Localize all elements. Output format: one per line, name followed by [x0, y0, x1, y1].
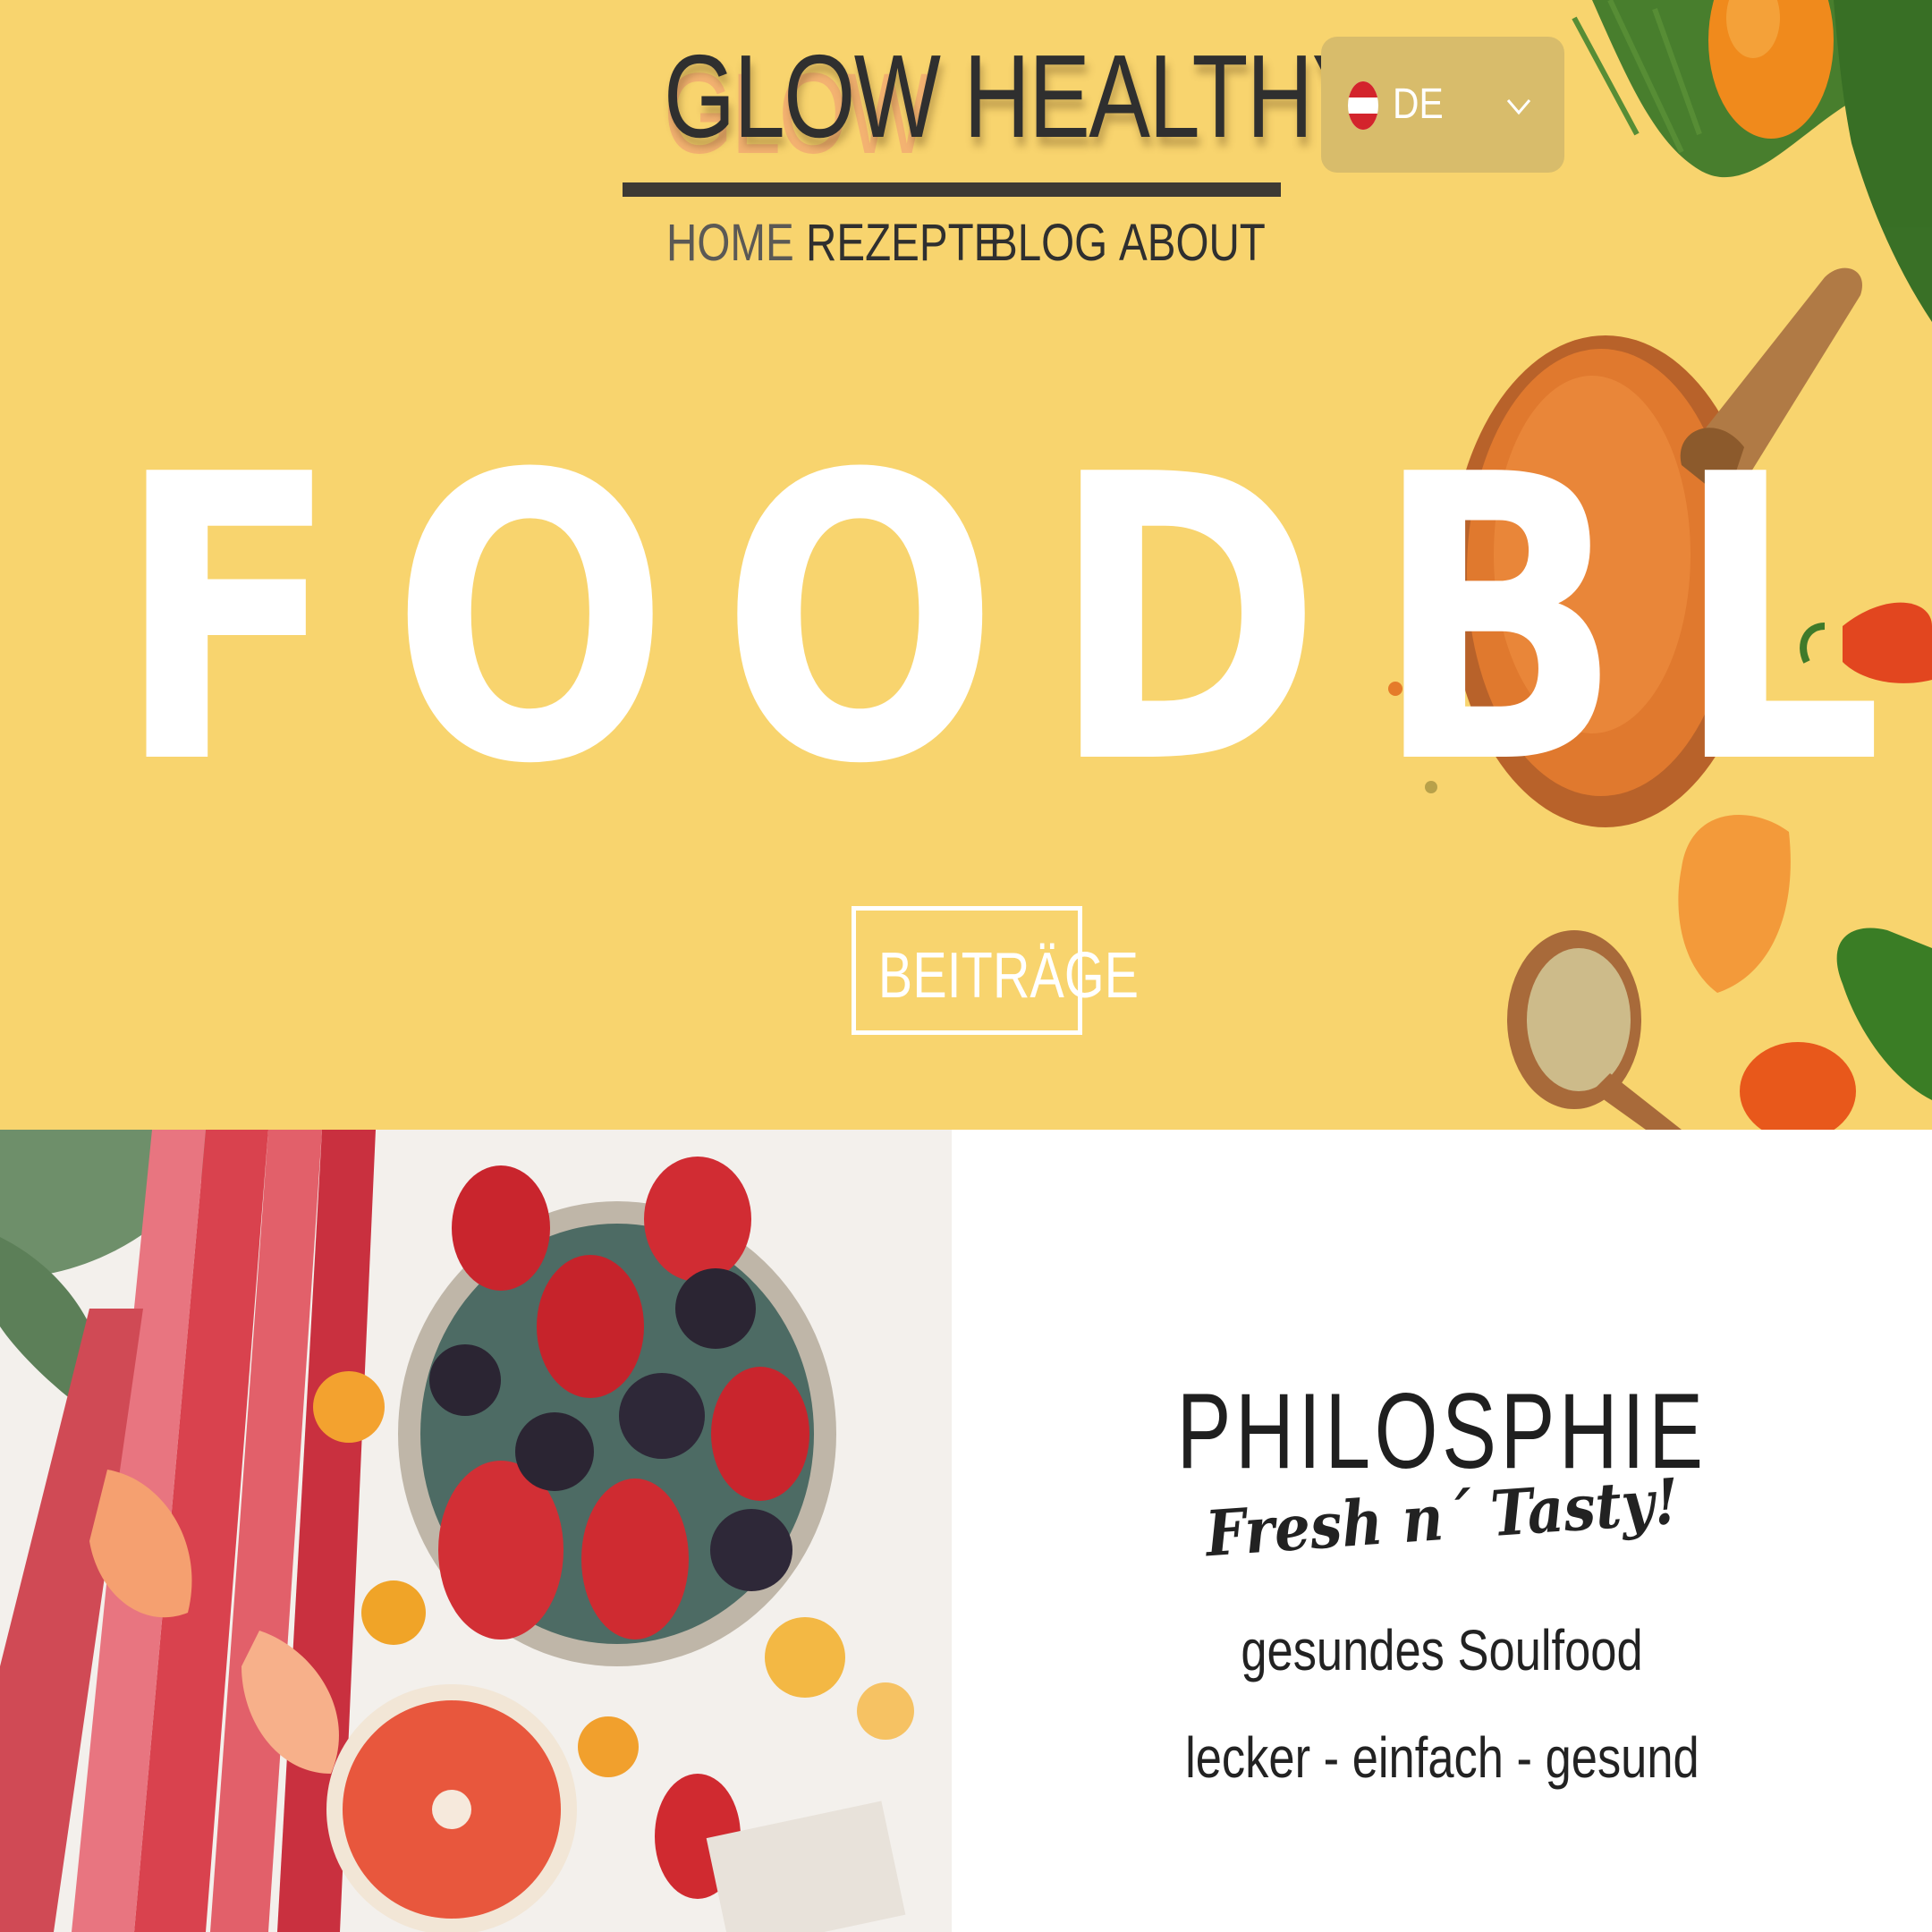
nav-item-about[interactable]: ABOUT	[1119, 213, 1266, 273]
nav-item-rezepte[interactable]: REZEPTE	[806, 213, 1002, 273]
beitraege-button[interactable]: BEITRÄGE	[852, 906, 1140, 1035]
logo-title: GLOW HEALTHY	[664, 30, 1373, 162]
beitraege-button-label: BEITRÄGE	[877, 940, 1140, 1012]
nav-item-home[interactable]: HOME	[666, 213, 794, 273]
hero-headline: FOODBLOG	[116, 392, 1932, 850]
philosophy-line-motto: lecker - einfach - gesund	[1184, 1725, 1699, 1790]
site-logo[interactable]: GLOW GLOW HEALTHY	[626, 20, 1373, 178]
fruit-image	[0, 1130, 952, 1932]
philosophy-title: PHILOSPHIE	[1176, 1371, 1707, 1491]
chevron-down-icon	[1506, 99, 1531, 115]
austria-flag-icon	[1348, 81, 1378, 130]
nav-item-blog[interactable]: BLOG	[989, 213, 1107, 273]
hero-section: GLOW GLOW HEALTHY HOME REZEPTE BLOG ABOU…	[0, 0, 1932, 1130]
language-selector[interactable]: DE	[1321, 37, 1564, 173]
logo-underline	[623, 182, 1281, 197]
fruit-photo	[0, 1130, 952, 1932]
philosophy-line-soulfood: gesundes Soulfood	[1241, 1618, 1643, 1682]
philosophy-section: PHILOSPHIE Fresh n´ Tasty! gesundes Soul…	[952, 1130, 1932, 1932]
philosophy-tagline: Fresh n´ Tasty!	[1202, 1463, 1682, 1572]
language-code: DE	[1393, 80, 1444, 128]
